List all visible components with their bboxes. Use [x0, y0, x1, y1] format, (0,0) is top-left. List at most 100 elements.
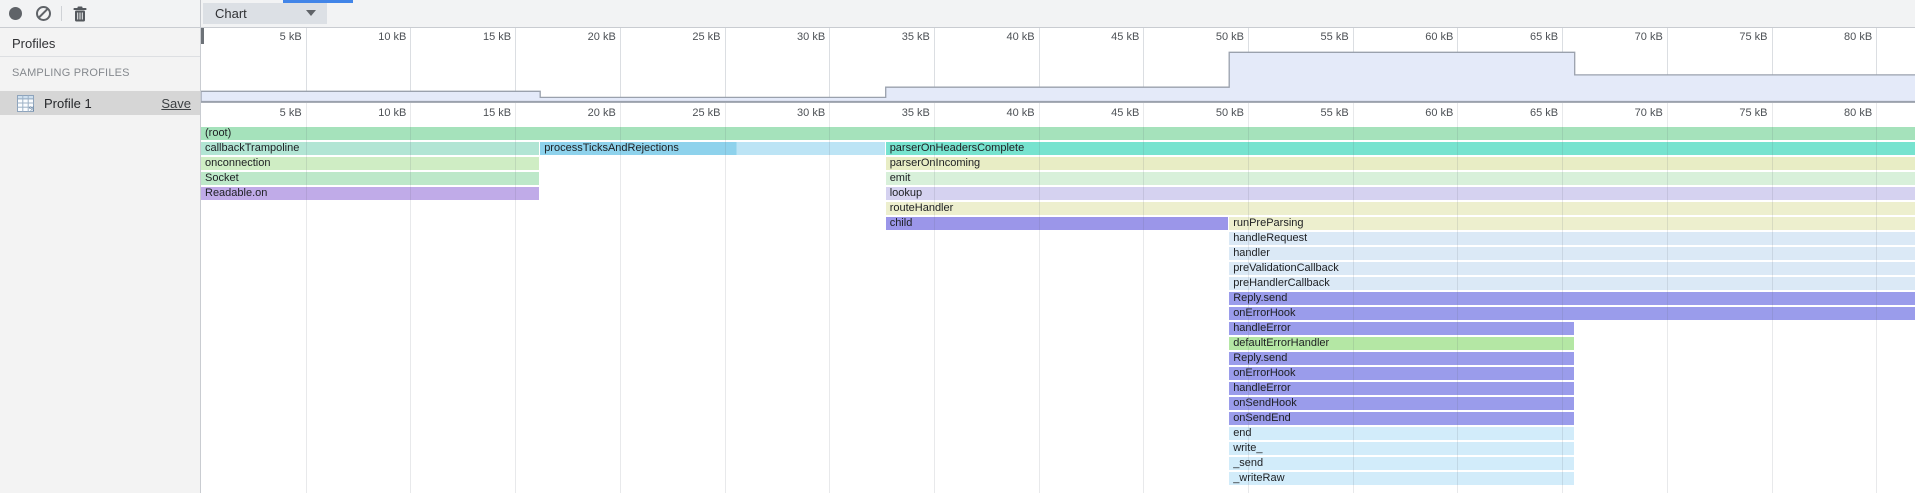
ruler-tick-label: 25 kB — [641, 107, 721, 119]
frame-label: onErrorHook — [1229, 367, 1295, 379]
gridline — [1457, 103, 1458, 493]
clear-profiles-button[interactable] — [33, 4, 55, 24]
flame-frame-processticksandrejections[interactable]: processTicksAndRejections — [540, 142, 885, 155]
ruler-tick-label: 25 kB — [641, 31, 721, 43]
sampling-profiles-heading: SAMPLING PROFILES — [12, 67, 130, 79]
flame-frame-callbacktrampoline[interactable]: callbackTrampoline — [201, 142, 539, 155]
ruler-tick-label: 50 kB — [1164, 31, 1244, 43]
ruler-tick-label: 40 kB — [955, 31, 1035, 43]
overview-drag-handle[interactable] — [201, 28, 204, 44]
chevron-down-icon — [306, 10, 316, 16]
flame-chart-pane: 5 kB 10 kB 15 kB 20 kB 25 kB 30 kB 35 kB 40 kB 4… — [201, 27, 1915, 493]
flame-frame-prevalidationcallback[interactable]: preValidationCallback — [1229, 262, 1915, 275]
gridline — [1667, 103, 1668, 493]
frame-label: onSendEnd — [1229, 412, 1291, 424]
flame-frame-handleerror[interactable]: handleError — [1229, 322, 1574, 335]
ruler-tick-label: 5 kB — [222, 31, 302, 43]
ruler-tick-label: 65 kB — [1478, 107, 1558, 119]
flame-frame-reply-send[interactable]: Reply.send — [1229, 352, 1574, 365]
save-profile-link[interactable]: Save — [161, 96, 191, 111]
gridline — [1876, 103, 1877, 493]
flame-frame-onerrorhook[interactable]: onErrorHook — [1229, 367, 1574, 380]
flame-frame-emit[interactable]: emit — [886, 172, 1915, 185]
ruler-tick-label: 50 kB — [1164, 107, 1244, 119]
flame-graph: (root) callbackTrampolineprocessTicksAndR… — [201, 127, 1915, 493]
ruler-tick-label: 65 kB — [1478, 31, 1558, 43]
ruler-tick-label: 20 kB — [536, 107, 616, 119]
flame-frame-readable-on[interactable]: Readable.on — [201, 187, 539, 200]
profile-name: Profile 1 — [44, 96, 92, 111]
flame-frame-handler[interactable]: handler — [1229, 247, 1915, 260]
delete-profile-button[interactable] — [69, 4, 91, 24]
gridline — [725, 103, 726, 493]
ruler-tick-label: 15 kB — [431, 31, 511, 43]
flame-frame-send[interactable]: _send — [1229, 457, 1574, 470]
frame-label: routeHandler — [886, 202, 954, 214]
gridline — [410, 103, 411, 493]
flame-frame-routehandler[interactable]: routeHandler — [886, 202, 1915, 215]
ruler-tick-label: 30 kB — [745, 107, 825, 119]
gridline — [1248, 103, 1249, 493]
frame-label: handleRequest — [1229, 232, 1307, 244]
record-icon — [9, 7, 22, 20]
record-button[interactable] — [5, 4, 27, 24]
flame-frame-onsendhook[interactable]: onSendHook — [1229, 397, 1574, 410]
profile-icon: % — [17, 95, 34, 112]
flame-frame-runpreparsing[interactable]: runPreParsing — [1229, 217, 1915, 230]
frame-label: Reply.send — [1229, 352, 1287, 364]
flame-frame-child[interactable]: child — [886, 217, 1228, 230]
ruler-tick-label: 40 kB — [955, 107, 1035, 119]
flame-frame-parseronincoming[interactable]: parserOnIncoming — [886, 157, 1915, 170]
ruler-tick-label: 55 kB — [1269, 31, 1349, 43]
overview-bottom-border — [201, 102, 1915, 103]
ruler-tick-label: 70 kB — [1583, 31, 1663, 43]
flame-frame-writeraw[interactable]: _writeRaw — [1229, 472, 1574, 485]
ruler-tick-label: 80 kB — [1792, 31, 1872, 43]
flame-frame-onconnection[interactable]: onconnection — [201, 157, 539, 170]
active-tab-accent — [283, 0, 353, 3]
ruler-tick-label: 80 kB — [1792, 107, 1872, 119]
flame-frame-parseronheaderscomplete[interactable]: parserOnHeadersComplete — [886, 142, 1915, 155]
ruler-tick-label: 10 kB — [326, 107, 406, 119]
ruler-tick-label: 55 kB — [1269, 107, 1349, 119]
profile-list-item[interactable]: % Profile 1 Save — [0, 91, 200, 115]
gridline — [1562, 103, 1563, 493]
frame-label: Readable.on — [201, 187, 267, 199]
frame-label: Reply.send — [1229, 292, 1287, 304]
frame-label: processTicksAndRejections — [540, 142, 679, 154]
view-mode-value: Chart — [215, 6, 247, 21]
flame-frame-end[interactable]: end — [1229, 427, 1574, 440]
frame-label: Socket — [201, 172, 239, 184]
gridline — [1039, 103, 1040, 493]
flame-frame-handleerror[interactable]: handleError — [1229, 382, 1574, 395]
gridline — [1143, 103, 1144, 493]
clear-icon — [36, 6, 51, 21]
flame-frame-reply-send[interactable]: Reply.send — [1229, 292, 1915, 305]
ruler-tick-label: 75 kB — [1688, 107, 1768, 119]
flame-frame-handlerequest[interactable]: handleRequest — [1229, 232, 1915, 245]
frame-label: onErrorHook — [1229, 307, 1295, 319]
flame-frame-lookup[interactable]: lookup — [886, 187, 1915, 200]
toolbar: Chart — [0, 0, 1915, 28]
flame-frame-defaulterrorhandler[interactable]: defaultErrorHandler — [1229, 337, 1574, 350]
flame-frame-write[interactable]: write_ — [1229, 442, 1574, 455]
flame-frame-onsendend[interactable]: onSendEnd — [1229, 412, 1574, 425]
flame-frame-root[interactable]: (root) — [201, 127, 1915, 140]
gridline — [306, 103, 307, 493]
profiles-sidebar: Profiles SAMPLING PROFILES % Profile 1 S… — [0, 27, 201, 493]
ruler-tick-label: 75 kB — [1688, 31, 1768, 43]
gridline — [1353, 103, 1354, 493]
view-mode-select[interactable]: Chart — [203, 3, 327, 24]
frame-label: handleError — [1229, 322, 1290, 334]
ruler-tick-label: 45 kB — [1059, 107, 1139, 119]
ruler-tick-label: 35 kB — [850, 107, 930, 119]
frame-label: write_ — [1229, 442, 1262, 454]
devtools-profiler-window: { "toolbar": { "record_tooltip": "record… — [0, 0, 1915, 493]
gridline — [934, 103, 935, 493]
frame-label: preValidationCallback — [1229, 262, 1339, 274]
flame-frame-socket[interactable]: Socket — [201, 172, 539, 185]
flame-frame-onerrorhook[interactable]: onErrorHook — [1229, 307, 1915, 320]
sidebar-divider — [0, 56, 200, 57]
flame-frame-prehandlercallback[interactable]: preHandlerCallback — [1229, 277, 1915, 290]
svg-text:%: % — [29, 105, 34, 112]
